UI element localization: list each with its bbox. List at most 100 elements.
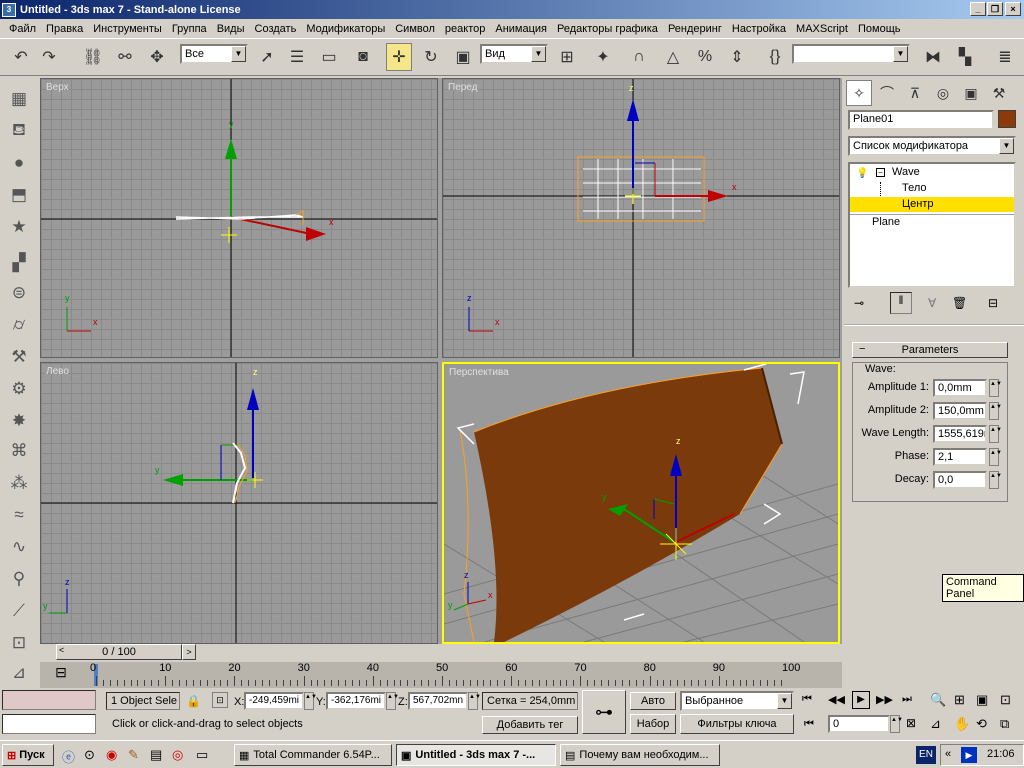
select-object-icon[interactable]: ➚ [254, 43, 280, 71]
play-icon[interactable]: ▶ [852, 691, 870, 709]
redo-icon[interactable]: ↷ [36, 43, 62, 71]
task-3ds-max[interactable]: ▣ Untitled - 3ds max 7 -... [396, 744, 556, 766]
snap-3d-icon[interactable]: ∩ [626, 43, 652, 71]
collapse-icon[interactable]: − [876, 168, 885, 177]
select-and-move-icon[interactable]: ✛ [386, 43, 412, 71]
menu-item[interactable]: Создать [250, 23, 302, 35]
param-spinner[interactable]: ▲▼ [989, 402, 1002, 420]
param-spinner[interactable]: ▲▼ [989, 379, 1002, 397]
chevron-right-icon[interactable]: > [182, 644, 196, 660]
media-tray-icon[interactable]: ▶ [961, 747, 977, 763]
unlink-icon[interactable]: ⚯ [112, 43, 138, 71]
parameters-rollout-header[interactable]: − Parameters [852, 342, 1008, 358]
object-name-field[interactable]: Plane01 [848, 110, 994, 130]
zoom-all-icon[interactable]: ⊞ [954, 692, 965, 708]
zoom-extents-icon[interactable]: ▣ [976, 692, 988, 708]
chevron-left-icon[interactable]: « [945, 748, 951, 760]
next-frame-icon[interactable]: ▶▶ [876, 693, 893, 706]
add-time-tag-button[interactable]: Добавить тег [482, 716, 578, 734]
key-filters-button[interactable]: Фильтры ключа [680, 714, 794, 734]
absolute-mode-icon[interactable]: ⊡ [212, 692, 228, 708]
media-player-icon[interactable]: ◉ [106, 747, 117, 763]
layer-manager-icon[interactable]: ≣ [992, 43, 1018, 71]
hierarchy-tab-icon[interactable]: ⊼ [902, 80, 928, 106]
menu-item[interactable]: Символ [390, 23, 440, 35]
make-unique-icon[interactable]: ∀ [928, 296, 936, 310]
select-and-link-icon[interactable]: ⛓ [80, 43, 106, 71]
start-button[interactable]: ⊞ Пуск [2, 744, 54, 766]
menu-item[interactable]: Редакторы графика [552, 23, 663, 35]
x-spinner[interactable]: ▲▼ [304, 692, 317, 710]
time-config-icon[interactable]: ⊠ [906, 716, 916, 730]
3ds-max-icon[interactable]: 3 [2, 2, 16, 17]
torus-icon[interactable]: ⊜ [6, 280, 32, 306]
teapot-icon[interactable]: ⛾ [6, 118, 32, 144]
frame-spinner[interactable]: ▲▼ [890, 715, 903, 733]
x-coord-field[interactable]: -249,459mi [244, 692, 304, 710]
menu-item[interactable]: Рендеринг [663, 23, 727, 35]
edit-named-selection-icon[interactable]: {} [762, 43, 788, 71]
gear-icon[interactable]: ⚙ [6, 376, 32, 402]
modify-tab-icon[interactable]: ⌒ [874, 80, 900, 106]
param-field[interactable]: 1555,619r [933, 425, 987, 443]
pin-stack-icon[interactable]: ⊸ [854, 296, 864, 310]
select-and-scale-icon[interactable]: ▣ [450, 43, 476, 71]
spline-icon[interactable]: ∿ [6, 534, 32, 560]
maximize-viewport-icon[interactable]: ⧉ [1000, 716, 1009, 732]
z-coord-field[interactable]: 567,702mn [408, 692, 468, 710]
configure-modifier-sets-icon[interactable]: ⊟ [988, 296, 998, 310]
go-to-end-icon[interactable]: ⏭ [902, 693, 912, 706]
particles-icon[interactable]: ⁂ [6, 470, 32, 496]
menu-item[interactable]: Файл [4, 23, 41, 35]
motion-tab-icon[interactable]: ◎ [930, 80, 956, 106]
maxscript-listener-white[interactable] [2, 714, 96, 734]
time-slider-thumb[interactable]: <0 / 100 [56, 644, 182, 660]
menu-item[interactable]: Помощь [853, 23, 906, 35]
light-icon[interactable]: ✸ [6, 408, 32, 434]
star-icon[interactable]: ★ [6, 214, 32, 240]
param-field[interactable]: 2,1 [933, 448, 987, 466]
helper-icon[interactable]: ⊡ [6, 630, 32, 656]
selection-filter-dropdown[interactable]: Все ▼ [180, 44, 248, 64]
maxscript-listener-pink[interactable] [2, 690, 96, 710]
stack-item-plane[interactable]: Plane [872, 216, 900, 228]
plane-icon[interactable]: ⬒ [6, 182, 32, 208]
menu-item[interactable]: Анимация [490, 23, 552, 35]
opera-icon[interactable]: ◎ [172, 747, 183, 763]
restore-button[interactable]: ❐ [987, 2, 1003, 16]
undo-icon[interactable]: ↶ [8, 43, 34, 71]
previous-frame-icon[interactable]: ◀◀ [828, 693, 845, 706]
lock-icon[interactable]: 🔒 [186, 694, 201, 708]
cylinder-icon[interactable]: ⌭ [6, 312, 32, 338]
viewport-top[interactable]: Верх y x y x [40, 78, 438, 358]
z-spinner[interactable]: ▲▼ [468, 692, 481, 710]
menu-item[interactable]: Виды [212, 23, 250, 35]
key-mode-toggle-icon[interactable]: ⏮ [804, 718, 814, 731]
system-icon[interactable]: ⊿ [6, 660, 32, 686]
camera-icon[interactable]: ⌘ [6, 438, 32, 464]
menu-item[interactable]: Модификаторы [301, 23, 390, 35]
reference-coord-dropdown[interactable]: Вид ▼ [480, 44, 548, 64]
biped-icon[interactable]: ⚲ [6, 566, 32, 592]
param-field[interactable]: 0,0 [933, 471, 987, 489]
y-coord-field[interactable]: -362,176mi [326, 692, 386, 710]
named-selection-dropdown[interactable]: ▼ [792, 44, 910, 64]
select-and-rotate-icon[interactable]: ↻ [418, 43, 444, 71]
menu-item[interactable]: Настройка [727, 23, 791, 35]
wave-icon[interactable]: ≈ [6, 502, 32, 528]
pan-hand-icon[interactable]: ✋ [954, 716, 970, 732]
param-spinner[interactable]: ▲▼ [989, 425, 1002, 443]
show-end-result-icon[interactable]: ‖ [890, 292, 912, 314]
utilities-tab-icon[interactable]: ⚒ [986, 80, 1012, 106]
close-button[interactable]: × [1005, 2, 1021, 16]
wrench-icon[interactable]: ⚒ [6, 344, 32, 370]
current-frame-field[interactable]: 0 [828, 715, 890, 733]
set-key-button[interactable]: Набор [630, 714, 676, 734]
spinner-snap-icon[interactable]: ⇕ [724, 43, 750, 71]
box-icon[interactable]: ▦ [6, 86, 32, 112]
manipulate-icon[interactable]: ✦ [590, 43, 616, 71]
align-icon[interactable]: ▚ [952, 43, 978, 71]
field-of-view-icon[interactable]: ⊿ [930, 716, 941, 732]
display-tab-icon[interactable]: ▣ [958, 80, 984, 106]
modifier-list-dropdown[interactable]: Список модификатора ▼ [848, 136, 1016, 156]
